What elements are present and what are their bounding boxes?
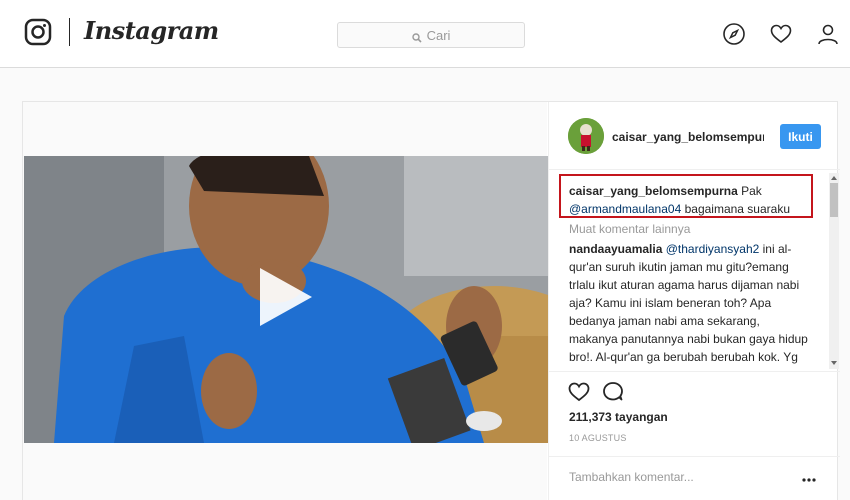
post-media [23, 102, 548, 500]
add-comment-input[interactable] [569, 467, 789, 487]
post-card: caisar_yang_belomsempurr Ikuti caisar_ya… [22, 101, 840, 500]
post-caption: caisar_yang_belomsempurna Pak @armandmau… [569, 182, 809, 218]
ellipsis-icon[interactable] [801, 471, 817, 482]
comments-list: caisar_yang_belomsempurna Pak @armandmau… [549, 171, 840, 370]
scrollbar-thumb[interactable] [830, 183, 838, 217]
scroll-down-arrow-icon[interactable] [831, 361, 837, 365]
author-username[interactable]: caisar_yang_belomsempurr [612, 130, 764, 144]
caption-text-after: bagaimana suaraku [684, 202, 790, 216]
post-sidebar: caisar_yang_belomsempurr Ikuti caisar_ya… [548, 102, 840, 500]
comments-scrollbar[interactable] [829, 173, 839, 369]
search-icon [411, 30, 422, 43]
follow-button[interactable]: Ikuti [780, 124, 821, 149]
top-navbar: Instagram Cari [0, 0, 850, 68]
video-player[interactable] [24, 156, 548, 443]
heart-icon[interactable] [769, 22, 793, 46]
post-author-header: caisar_yang_belomsempurr Ikuti [549, 102, 840, 170]
caption-text-before: Pak [741, 184, 762, 198]
comment-mention[interactable]: @thardiyansyah2 [666, 242, 760, 256]
post-actions: 211,373 tayangan 10 AGUSTUS [549, 371, 840, 500]
play-icon[interactable] [260, 268, 312, 326]
instagram-wordmark[interactable]: Instagram [84, 16, 219, 45]
profile-icon[interactable] [816, 22, 840, 46]
scroll-up-arrow-icon[interactable] [831, 176, 837, 180]
search-input[interactable]: Cari [337, 22, 525, 48]
avatar[interactable] [568, 118, 604, 154]
compass-icon[interactable] [722, 22, 746, 46]
load-more-comments-link[interactable]: Muat komentar lainnya [569, 222, 690, 236]
caption-username[interactable]: caisar_yang_belomsempurna [569, 184, 738, 198]
post-date[interactable]: 10 AGUSTUS [569, 433, 627, 443]
comment-text: ini al-qur'an suruh ikutin jaman mu gitu… [569, 242, 808, 370]
add-comment-bar [549, 456, 840, 500]
comment-item: nandaayuamalia @thardiyansyah2 ini al-qu… [569, 240, 809, 370]
heart-outline-icon[interactable] [567, 380, 591, 404]
caption-mention[interactable]: @armandmaulana04 [569, 202, 681, 216]
search-placeholder: Cari [426, 27, 451, 43]
view-count: 211,373 tayangan [569, 410, 668, 424]
comment-username[interactable]: nandaayuamalia [569, 242, 662, 256]
speech-bubble-icon[interactable] [601, 380, 625, 404]
logo-divider [69, 18, 70, 46]
instagram-camera-icon[interactable] [24, 18, 52, 46]
